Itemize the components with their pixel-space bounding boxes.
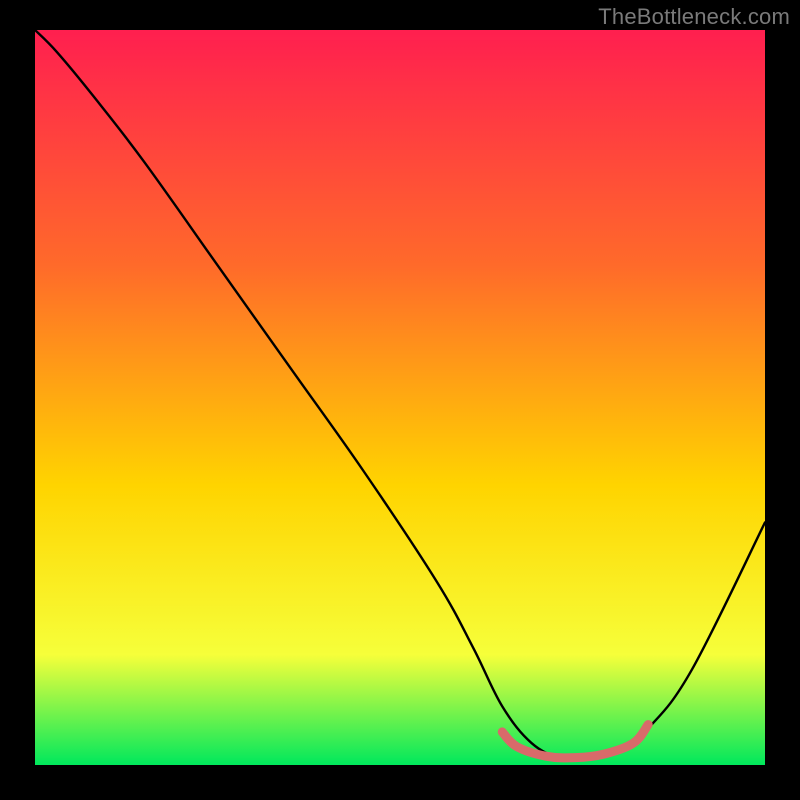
chart-frame: TheBottleneck.com bbox=[0, 0, 800, 800]
bottleneck-chart bbox=[0, 0, 800, 800]
watermark-label: TheBottleneck.com bbox=[598, 4, 790, 30]
gradient-plot-area bbox=[35, 30, 765, 765]
